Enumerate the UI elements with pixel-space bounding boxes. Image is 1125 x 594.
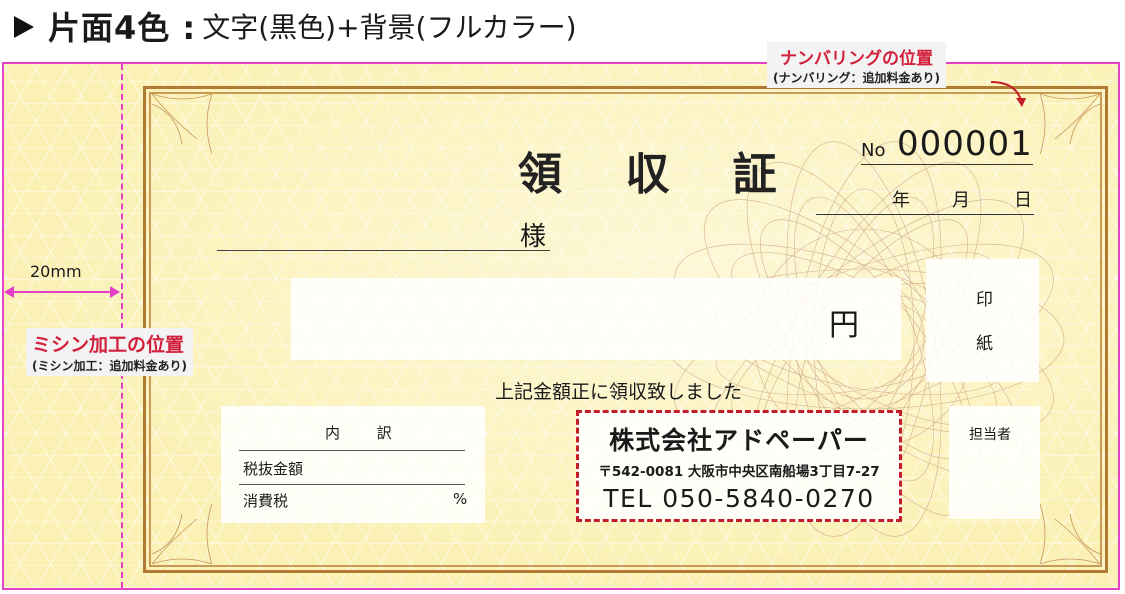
yen-label: 円: [829, 308, 859, 343]
company-address: 〒542-0081 大阪市中央区南船場3丁目7-27: [598, 464, 880, 480]
perforation-note: (ミシン加工：追加料金あり): [32, 359, 187, 373]
receipt-sheet: ナンバリングの位置 (ナンバリング：追加料金あり) 領 収 証 No 00000…: [2, 42, 1120, 590]
perforation-line: [121, 64, 123, 588]
perforation-callout: ミシン加工の位置 (ミシン加工：追加料金あり): [26, 328, 193, 376]
divider: [239, 484, 465, 485]
corner-ornament-icon: [1040, 504, 1100, 564]
company-name: 株式会社アドペーパー: [609, 426, 869, 455]
company-tel: TEL 050-5840-0270: [603, 484, 875, 513]
staff-label: 担当者: [969, 427, 1011, 443]
date-month-label: 月: [952, 190, 970, 211]
play-triangle-icon: [14, 16, 34, 38]
stamp-label-top: 印: [976, 290, 993, 310]
revenue-stamp-box: 印 紙: [926, 259, 1039, 382]
addressee-line: [217, 250, 550, 251]
breakdown-row-tax: 消費税: [243, 492, 289, 510]
serial-number: No 000001: [861, 124, 1033, 165]
received-statement: 上記金額正に領収致しました: [495, 381, 743, 403]
numbering-note: (ナンバリング：追加料金あり): [773, 71, 940, 85]
corner-ornament-icon: [1040, 94, 1100, 154]
breakdown-percent: %: [453, 490, 468, 508]
header-subtitle: 文字(黒色)+背景(フルカラー): [202, 11, 577, 44]
company-block: 株式会社アドペーパー 〒542-0081 大阪市中央区南船場3丁目7-27 TE…: [576, 410, 902, 522]
date-year-label: 年: [892, 190, 910, 211]
curved-arrow-icon: [990, 81, 1026, 107]
numbering-title: ナンバリングの位置: [779, 49, 933, 69]
date-day-label: 日: [1014, 190, 1032, 211]
page-header: 片面4色 : 文字(黒色)+背景(フルカラー): [14, 4, 577, 48]
double-arrow-icon: [4, 286, 120, 298]
amount-field: 円: [291, 278, 901, 360]
serial-number-label: No: [861, 140, 886, 161]
corner-ornament-icon: [152, 94, 212, 154]
date-field: 年 月 日: [816, 180, 1034, 215]
addressee-suffix: 様: [520, 222, 547, 252]
perforation-title: ミシン加工の位置: [32, 334, 185, 356]
breakdown-box: 内 訳 税抜金額 消費税 %: [221, 406, 485, 523]
header-title: 片面4色 :: [48, 9, 197, 47]
serial-number-value: 000001: [897, 124, 1033, 164]
staff-box: 担当者: [949, 406, 1040, 519]
stamp-label-bottom: 紙: [976, 334, 993, 354]
receipt-title: 領 収 証: [518, 149, 801, 200]
divider: [239, 450, 465, 451]
corner-ornament-icon: [152, 504, 212, 564]
breakdown-header: 内 訳: [325, 424, 408, 442]
perforation-width-label: 20mm: [30, 262, 82, 281]
numbering-callout: ナンバリングの位置 (ナンバリング：追加料金あり): [767, 42, 946, 88]
breakdown-row-pretax: 税抜金額: [243, 460, 304, 478]
